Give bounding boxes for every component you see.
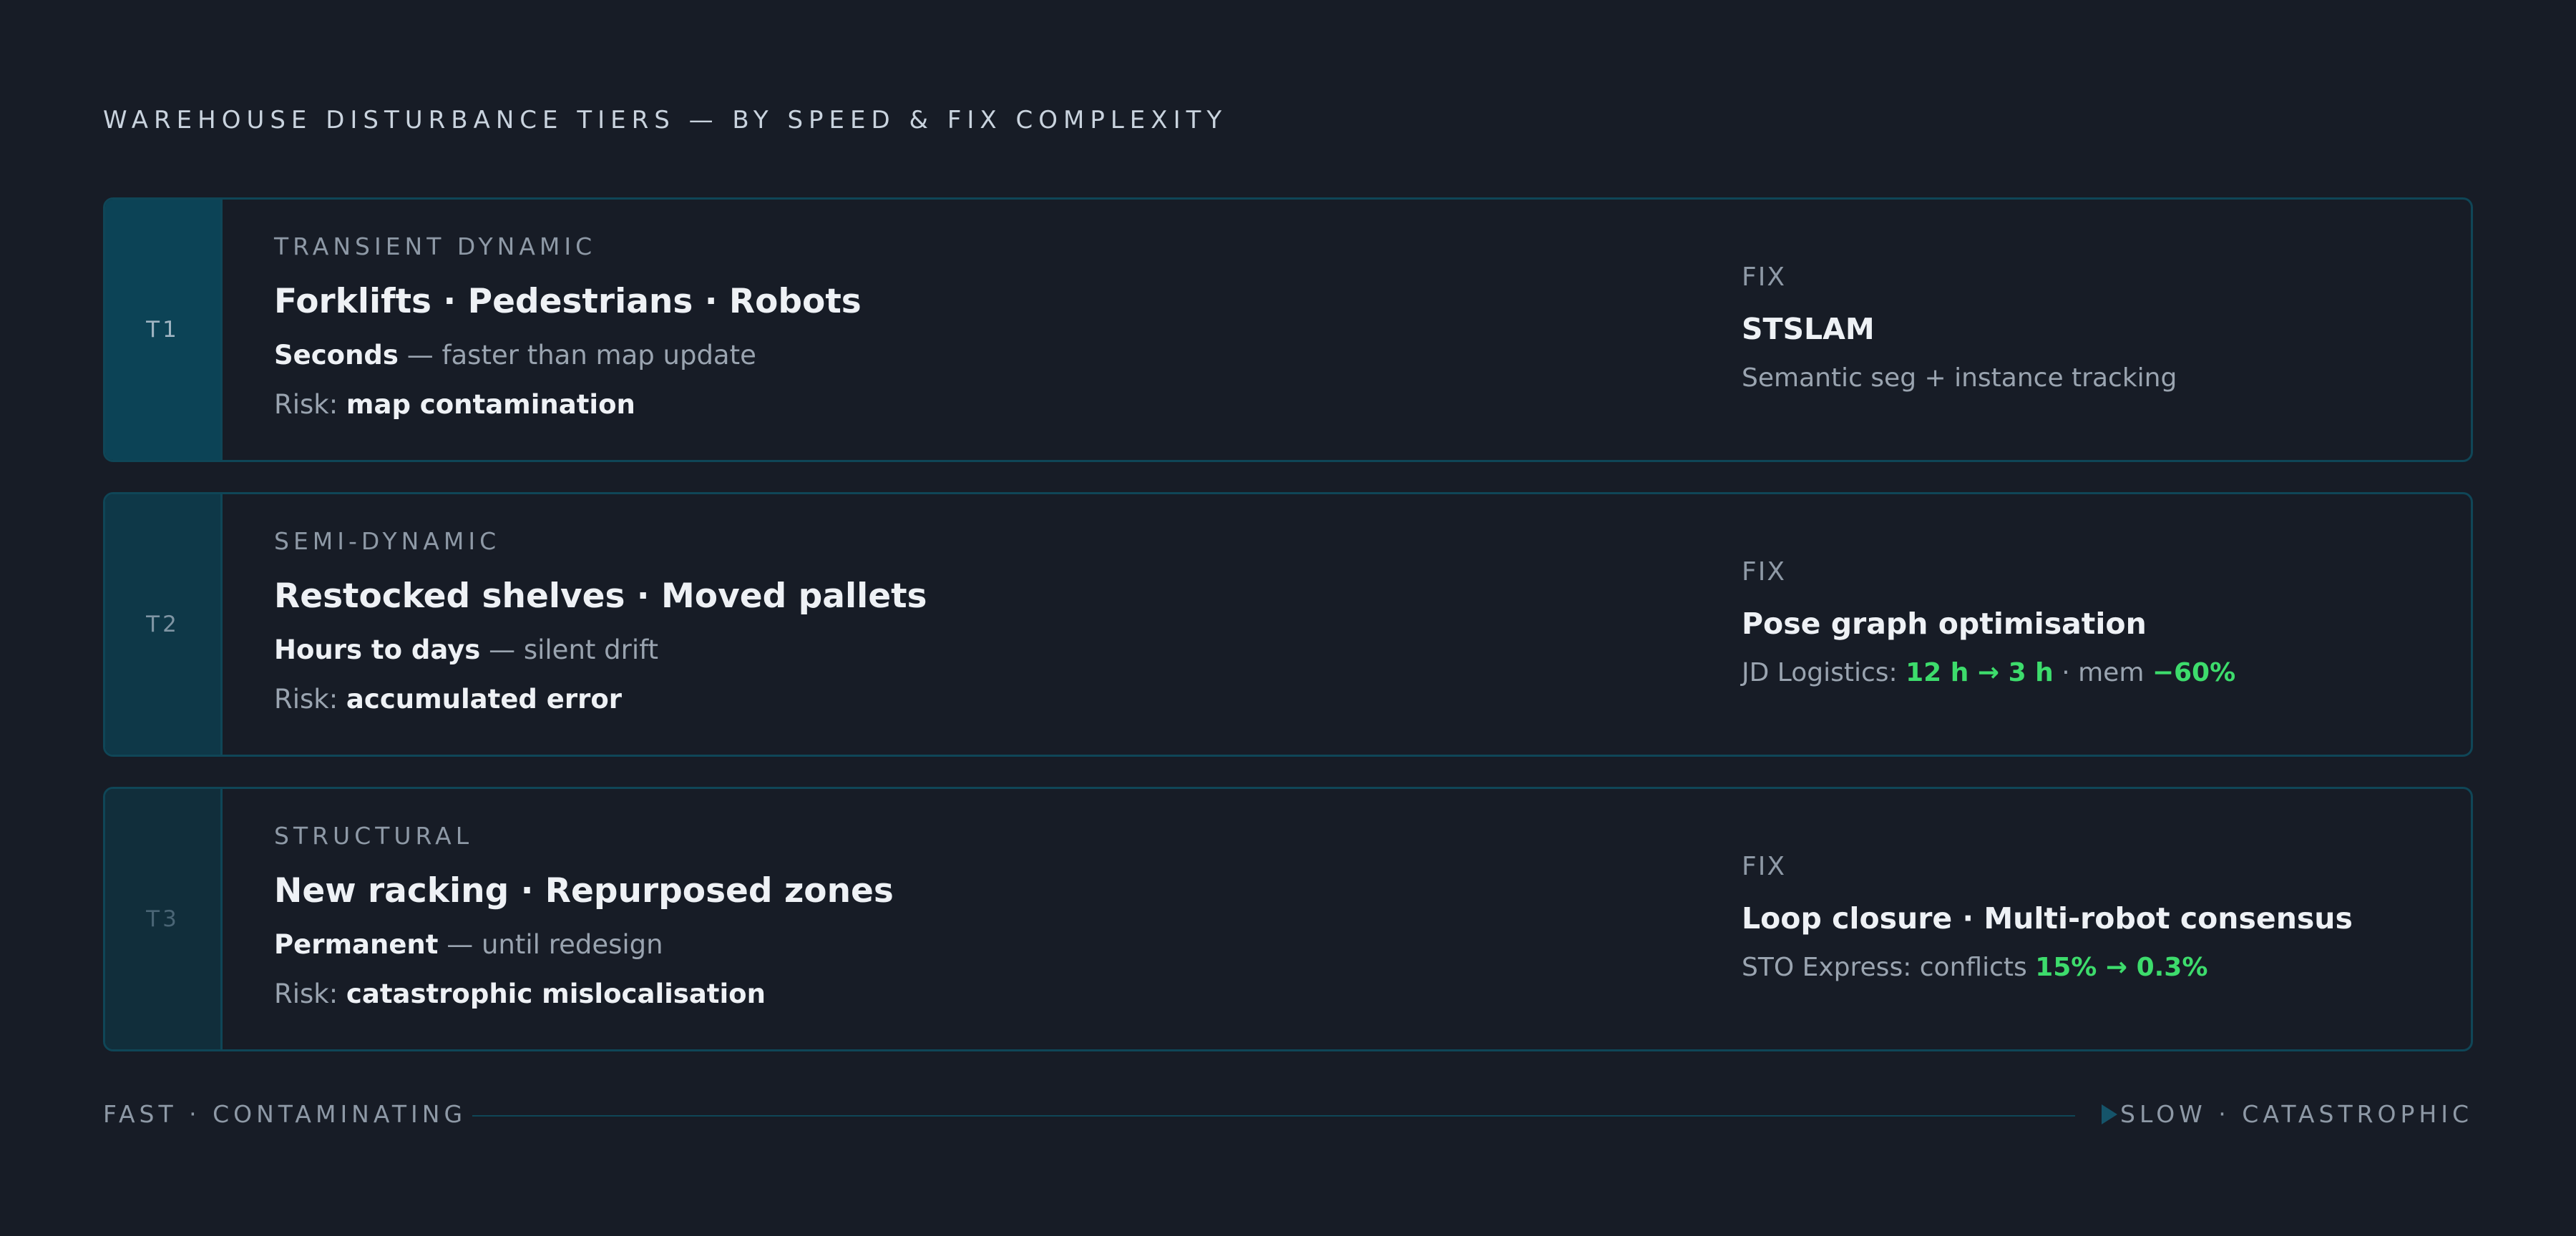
speed-note: — until redesign	[438, 929, 663, 960]
fix-metric-conflicts: 15% → 0.3%	[2035, 953, 2208, 982]
tier-risk: Risk: catastrophic mislocalisation	[274, 978, 1491, 1009]
speed-value: Permanent	[274, 929, 439, 960]
tier-badge: T1	[105, 200, 223, 460]
fix-title: Loop closure · Multi-robot consensus	[1742, 901, 2353, 936]
fix-title: STSLAM	[1742, 312, 1875, 346]
axis-label-fast: FAST · CONTAMINATING	[103, 1100, 467, 1128]
risk-value: map contamination	[346, 389, 635, 420]
risk-value: accumulated error	[346, 684, 623, 715]
tier-headline: Restocked shelves · Moved pallets	[274, 577, 927, 616]
fix-label: FIX	[1742, 263, 1786, 292]
risk-prefix: Risk:	[274, 389, 346, 420]
tier-fix: FIX STSLAM Semantic seg + instance track…	[1742, 263, 2443, 393]
risk-prefix: Risk:	[274, 684, 346, 715]
tier-kicker: TRANSIENT DYNAMIC	[274, 232, 597, 260]
speed-note: — faster than map update	[398, 340, 756, 371]
tier-risk: Risk: accumulated error	[274, 684, 1491, 715]
tier-risk: Risk: map contamination	[274, 389, 1491, 420]
tier-speed: Hours to days — silent drift	[274, 634, 1491, 665]
fix-detail-prefix: JD Logistics:	[1742, 658, 1906, 687]
tier-description: SEMI-DYNAMIC Restocked shelves · Moved p…	[274, 527, 1491, 715]
speed-value: Seconds	[274, 340, 399, 371]
tier-badge: T2	[105, 494, 223, 755]
fix-title: Pose graph optimisation	[1742, 607, 2147, 641]
tier-card-t3: T3 STRUCTURAL New racking · Repurposed z…	[103, 787, 2473, 1051]
axis-line	[472, 1115, 2075, 1117]
tier-card-t1: T1 TRANSIENT DYNAMIC Forklifts · Pedestr…	[103, 197, 2473, 462]
tier-card-t2: T2 SEMI-DYNAMIC Restocked shelves · Move…	[103, 492, 2473, 757]
fix-label: FIX	[1742, 557, 1786, 587]
fix-detail-prefix: STO Express: conflicts	[1742, 953, 2036, 982]
tier-description: TRANSIENT DYNAMIC Forklifts · Pedestrian…	[274, 232, 1491, 420]
tier-speed: Permanent — until redesign	[274, 929, 1491, 960]
speed-axis: FAST · CONTAMINATING SLOW · CATASTROPHIC	[103, 1100, 2473, 1132]
tier-description: STRUCTURAL New racking · Repurposed zone…	[274, 822, 1491, 1009]
page-title: WAREHOUSE DISTURBANCE TIERS — BY SPEED &…	[103, 106, 1228, 134]
fix-metric-time: 12 h → 3 h	[1906, 658, 2054, 687]
fix-detail: STO Express: conflicts 15% → 0.3%	[1742, 953, 2443, 982]
risk-value: catastrophic mislocalisation	[346, 978, 766, 1009]
fix-detail: Semantic seg + instance tracking	[1742, 363, 2177, 393]
speed-value: Hours to days	[274, 634, 481, 665]
fix-label: FIX	[1742, 852, 1786, 881]
risk-prefix: Risk:	[274, 978, 346, 1009]
fix-detail-mid: · mem	[2053, 658, 2152, 687]
tier-kicker: SEMI-DYNAMIC	[274, 527, 501, 555]
tier-headline: New racking · Repurposed zones	[274, 871, 894, 911]
fix-metric-memory: −60%	[2152, 658, 2236, 687]
tier-badge: T3	[105, 789, 223, 1049]
tier-headline: Forklifts · Pedestrians · Robots	[274, 282, 862, 321]
tier-fix: FIX Loop closure · Multi-robot consensus…	[1742, 852, 2443, 982]
tier-speed: Seconds — faster than map update	[274, 340, 1491, 371]
axis-label-slow: SLOW · CATASTROPHIC	[2120, 1100, 2473, 1128]
play-arrow-icon	[2102, 1104, 2117, 1124]
fix-detail: JD Logistics: 12 h → 3 h · mem −60%	[1742, 658, 2443, 687]
tier-kicker: STRUCTURAL	[274, 822, 474, 850]
speed-note: — silent drift	[480, 634, 659, 665]
tier-fix: FIX Pose graph optimisation JD Logistics…	[1742, 557, 2443, 687]
